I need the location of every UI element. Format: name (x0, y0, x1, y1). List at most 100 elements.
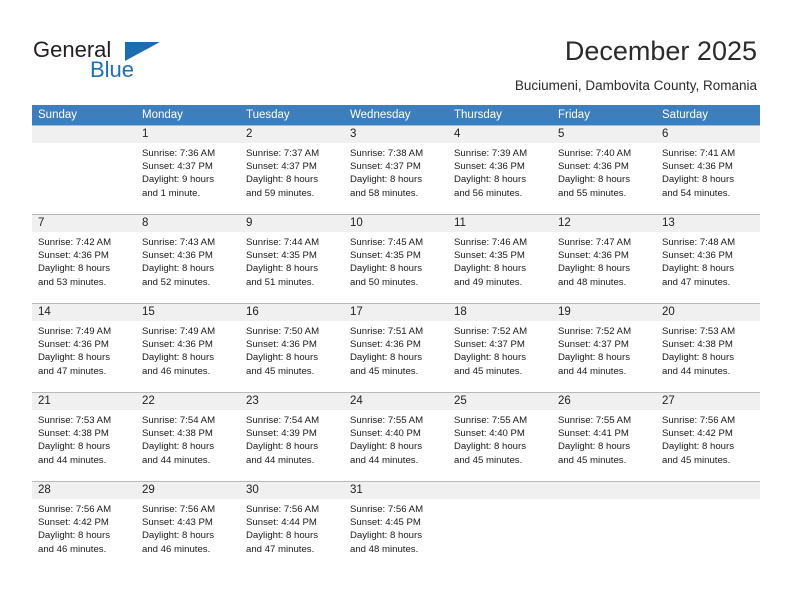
day-sun-details: Sunrise: 7:49 AM Sunset: 4:36 PM Dayligh… (142, 326, 216, 377)
day-number: 10 (344, 215, 448, 232)
day-number: 16 (240, 304, 344, 321)
day-sun-details: Sunrise: 7:54 AM Sunset: 4:39 PM Dayligh… (246, 415, 320, 466)
day-number: 12 (552, 215, 656, 232)
day-number: 11 (448, 215, 552, 232)
day-sun-details (552, 499, 656, 503)
calendar-day-cell[interactable]: 3 Sunrise: 7:38 AM Sunset: 4:37 PM Dayli… (344, 126, 448, 214)
calendar-day-cell[interactable]: 28 Sunrise: 7:56 AM Sunset: 4:42 PM Dayl… (32, 482, 136, 570)
day-sun-details: Sunrise: 7:55 AM Sunset: 4:40 PM Dayligh… (350, 415, 424, 466)
calendar-day-cell[interactable]: 26 Sunrise: 7:55 AM Sunset: 4:41 PM Dayl… (552, 393, 656, 481)
day-number: 18 (448, 304, 552, 321)
day-number: 20 (656, 304, 760, 321)
day-sun-details: Sunrise: 7:50 AM Sunset: 4:36 PM Dayligh… (246, 326, 320, 377)
calendar-day-cell[interactable]: 24 Sunrise: 7:55 AM Sunset: 4:40 PM Dayl… (344, 393, 448, 481)
weekday-header-row: Sunday Monday Tuesday Wednesday Thursday… (32, 105, 760, 125)
day-number: 19 (552, 304, 656, 321)
day-sun-details: Sunrise: 7:44 AM Sunset: 4:35 PM Dayligh… (246, 237, 320, 288)
weekday-header-wednesday: Wednesday (350, 109, 411, 121)
weekday-header-tuesday: Tuesday (246, 109, 290, 121)
weekday-header-thursday: Thursday (454, 109, 502, 121)
calendar-day-cell[interactable]: 29 Sunrise: 7:56 AM Sunset: 4:43 PM Dayl… (136, 482, 240, 570)
calendar-day-cell[interactable]: 27 Sunrise: 7:56 AM Sunset: 4:42 PM Dayl… (656, 393, 760, 481)
calendar-day-cell[interactable] (656, 482, 760, 570)
day-number: 13 (656, 215, 760, 232)
day-sun-details: Sunrise: 7:48 AM Sunset: 4:36 PM Dayligh… (662, 237, 736, 288)
day-number (448, 482, 552, 499)
calendar-day-cell[interactable]: 4 Sunrise: 7:39 AM Sunset: 4:36 PM Dayli… (448, 126, 552, 214)
calendar-day-cell[interactable]: 14 Sunrise: 7:49 AM Sunset: 4:36 PM Dayl… (32, 304, 136, 392)
day-sun-details: Sunrise: 7:51 AM Sunset: 4:36 PM Dayligh… (350, 326, 424, 377)
calendar-page: General Blue December 2025 Buciumeni, Da… (0, 0, 792, 612)
day-sun-details: Sunrise: 7:52 AM Sunset: 4:37 PM Dayligh… (558, 326, 632, 377)
calendar-grid: Sunday Monday Tuesday Wednesday Thursday… (32, 105, 760, 570)
day-sun-details: Sunrise: 7:56 AM Sunset: 4:45 PM Dayligh… (350, 504, 424, 555)
calendar-day-cell[interactable]: 25 Sunrise: 7:55 AM Sunset: 4:40 PM Dayl… (448, 393, 552, 481)
day-sun-details: Sunrise: 7:56 AM Sunset: 4:42 PM Dayligh… (38, 504, 112, 555)
calendar-day-cell[interactable]: 15 Sunrise: 7:49 AM Sunset: 4:36 PM Dayl… (136, 304, 240, 392)
day-number: 2 (240, 126, 344, 143)
day-sun-details: Sunrise: 7:54 AM Sunset: 4:38 PM Dayligh… (142, 415, 216, 466)
page-subtitle-location: Buciumeni, Dambovita County, Romania (514, 78, 757, 93)
page-header: General Blue December 2025 Buciumeni, Da… (0, 0, 792, 100)
day-number: 17 (344, 304, 448, 321)
calendar-day-cell[interactable]: 30 Sunrise: 7:56 AM Sunset: 4:44 PM Dayl… (240, 482, 344, 570)
day-sun-details: Sunrise: 7:55 AM Sunset: 4:40 PM Dayligh… (454, 415, 528, 466)
calendar-day-cell[interactable]: 21 Sunrise: 7:53 AM Sunset: 4:38 PM Dayl… (32, 393, 136, 481)
calendar-day-cell[interactable]: 13 Sunrise: 7:48 AM Sunset: 4:36 PM Dayl… (656, 215, 760, 303)
calendar-day-cell[interactable]: 22 Sunrise: 7:54 AM Sunset: 4:38 PM Dayl… (136, 393, 240, 481)
calendar-day-cell[interactable]: 31 Sunrise: 7:56 AM Sunset: 4:45 PM Dayl… (344, 482, 448, 570)
day-sun-details: Sunrise: 7:39 AM Sunset: 4:36 PM Dayligh… (454, 148, 528, 199)
calendar-day-cell[interactable]: 5 Sunrise: 7:40 AM Sunset: 4:36 PM Dayli… (552, 126, 656, 214)
day-sun-details: Sunrise: 7:47 AM Sunset: 4:36 PM Dayligh… (558, 237, 632, 288)
calendar-day-cell[interactable]: 7 Sunrise: 7:42 AM Sunset: 4:36 PM Dayli… (32, 215, 136, 303)
calendar-day-cell[interactable]: 9 Sunrise: 7:44 AM Sunset: 4:35 PM Dayli… (240, 215, 344, 303)
day-sun-details: Sunrise: 7:36 AM Sunset: 4:37 PM Dayligh… (142, 148, 216, 199)
calendar-day-cell[interactable] (552, 482, 656, 570)
calendar-day-cell[interactable]: 17 Sunrise: 7:51 AM Sunset: 4:36 PM Dayl… (344, 304, 448, 392)
calendar-day-cell[interactable]: 10 Sunrise: 7:45 AM Sunset: 4:35 PM Dayl… (344, 215, 448, 303)
day-sun-details (656, 499, 760, 503)
calendar-day-cell[interactable]: 6 Sunrise: 7:41 AM Sunset: 4:36 PM Dayli… (656, 126, 760, 214)
calendar-day-cell[interactable]: 18 Sunrise: 7:52 AM Sunset: 4:37 PM Dayl… (448, 304, 552, 392)
day-number: 1 (136, 126, 240, 143)
day-number (32, 126, 136, 143)
calendar-day-cell[interactable]: 1 Sunrise: 7:36 AM Sunset: 4:37 PM Dayli… (136, 126, 240, 214)
calendar-day-cell[interactable]: 16 Sunrise: 7:50 AM Sunset: 4:36 PM Dayl… (240, 304, 344, 392)
day-sun-details: Sunrise: 7:38 AM Sunset: 4:37 PM Dayligh… (350, 148, 424, 199)
day-number: 29 (136, 482, 240, 499)
calendar-week-row: 28 Sunrise: 7:56 AM Sunset: 4:42 PM Dayl… (32, 481, 760, 570)
weekday-header-monday: Monday (142, 109, 183, 121)
day-number: 27 (656, 393, 760, 410)
day-number: 4 (448, 126, 552, 143)
calendar-day-cell[interactable] (448, 482, 552, 570)
day-number: 21 (32, 393, 136, 410)
logo-text-blue: Blue (90, 57, 135, 82)
day-number: 5 (552, 126, 656, 143)
calendar-day-cell[interactable]: 12 Sunrise: 7:47 AM Sunset: 4:36 PM Dayl… (552, 215, 656, 303)
day-sun-details: Sunrise: 7:43 AM Sunset: 4:36 PM Dayligh… (142, 237, 216, 288)
calendar-week-row: 1 Sunrise: 7:36 AM Sunset: 4:37 PM Dayli… (32, 125, 760, 214)
day-number: 9 (240, 215, 344, 232)
day-number: 25 (448, 393, 552, 410)
general-blue-logo[interactable]: General Blue (33, 37, 213, 85)
calendar-day-cell[interactable]: 19 Sunrise: 7:52 AM Sunset: 4:37 PM Dayl… (552, 304, 656, 392)
day-number: 28 (32, 482, 136, 499)
weekday-header-sunday: Sunday (38, 109, 78, 121)
calendar-day-cell[interactable]: 20 Sunrise: 7:53 AM Sunset: 4:38 PM Dayl… (656, 304, 760, 392)
day-sun-details: Sunrise: 7:49 AM Sunset: 4:36 PM Dayligh… (38, 326, 112, 377)
day-number: 26 (552, 393, 656, 410)
day-number: 22 (136, 393, 240, 410)
day-number: 8 (136, 215, 240, 232)
calendar-day-cell[interactable]: 2 Sunrise: 7:37 AM Sunset: 4:37 PM Dayli… (240, 126, 344, 214)
day-number: 24 (344, 393, 448, 410)
calendar-day-cell[interactable]: 23 Sunrise: 7:54 AM Sunset: 4:39 PM Dayl… (240, 393, 344, 481)
day-number: 23 (240, 393, 344, 410)
calendar-day-cell[interactable]: 8 Sunrise: 7:43 AM Sunset: 4:36 PM Dayli… (136, 215, 240, 303)
day-sun-details (32, 143, 136, 147)
calendar-day-cell[interactable]: 11 Sunrise: 7:46 AM Sunset: 4:35 PM Dayl… (448, 215, 552, 303)
calendar-day-cell[interactable] (32, 126, 136, 214)
weekday-header-friday: Friday (558, 109, 590, 121)
page-title: December 2025 (564, 36, 757, 66)
day-number: 6 (656, 126, 760, 143)
day-number: 14 (32, 304, 136, 321)
